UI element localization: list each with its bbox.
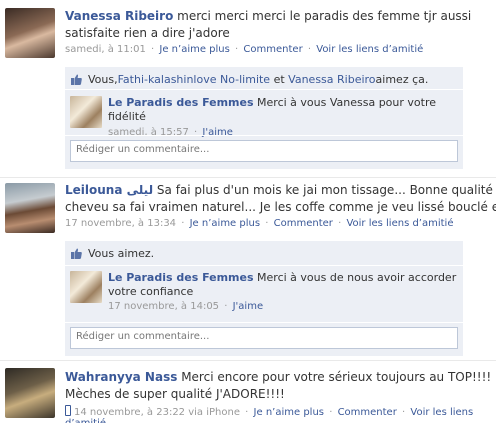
avatar-leilouna[interactable] xyxy=(5,183,55,233)
post-timestamp[interactable]: 17 novembre, à 13:34 xyxy=(65,218,176,229)
feedback-box: Vous, Fathi-kalashinlove No-limite et Va… xyxy=(65,67,463,169)
reply-comment: Le Paradis des Femmes Merci à vous Vanes… xyxy=(70,96,458,138)
unlike-link[interactable]: Je n’aime plus xyxy=(190,218,260,229)
avatar-vanessa[interactable] xyxy=(5,8,55,58)
page-avatar[interactable] xyxy=(70,271,102,303)
liker-link[interactable]: Fathi-kalashinlove No-limite xyxy=(118,73,270,86)
post-text-cont: cheveu sa fai vraimen naturel... Je les … xyxy=(65,200,496,214)
comment-link[interactable]: Commenter xyxy=(338,407,397,418)
reply-text-cont: votre confiance xyxy=(108,285,194,298)
reply-author[interactable]: Le Paradis des Femmes xyxy=(108,96,254,109)
iphone-icon xyxy=(65,405,71,416)
like-link[interactable]: J'aime xyxy=(202,127,233,138)
post-leilouna: Leilouna ليلى Sa fai plus d'un mois ke j… xyxy=(0,178,496,358)
page-avatar[interactable] xyxy=(70,96,102,128)
reply-timestamp[interactable]: samedi, à 15:57 xyxy=(108,127,189,138)
post-author[interactable]: Leilouna ليلى xyxy=(65,183,153,197)
avatar-wahranyya[interactable] xyxy=(5,368,55,418)
reply-comment: Le Paradis des Femmes Merci à vous de no… xyxy=(70,271,458,313)
post-text: Sa fai plus d'un mois ke jai mon tissage… xyxy=(156,183,496,197)
likes-text: Vous aimez. xyxy=(88,246,155,260)
likes-row: Vous aimez. xyxy=(71,244,154,262)
thumbs-up-icon xyxy=(71,248,82,259)
comment-link[interactable]: Commenter xyxy=(243,44,302,55)
post-author[interactable]: Vanessa Ribeiro xyxy=(65,9,173,23)
comment-input[interactable]: Rédiger un commentaire... xyxy=(70,327,458,349)
reply-text: Merci à vous de nous avoir accorder xyxy=(257,271,457,284)
post-text: Merci encore pour votre sérieux toujours… xyxy=(181,370,492,384)
unlike-link[interactable]: Je n’aime plus xyxy=(254,407,324,418)
see-friendship-link[interactable]: Voir les liens d’amitié xyxy=(346,218,453,229)
post-author[interactable]: Wahranyya Nass xyxy=(65,370,177,384)
comment-input[interactable]: Rédiger un commentaire... xyxy=(70,140,458,162)
liker-link[interactable]: Vanessa Ribeiro xyxy=(288,73,375,86)
post-vanessa: Vanessa Ribeiro merci merci merci le par… xyxy=(0,0,496,175)
unlike-link[interactable]: Je n’aime plus xyxy=(159,44,229,55)
see-friendship-link[interactable]: Voir les liens d’amitié xyxy=(316,44,423,55)
like-link[interactable]: J'aime xyxy=(233,301,264,312)
post-text-cont: satisfaite rien a dire j'adore xyxy=(65,26,230,40)
reply-timestamp[interactable]: 17 novembre, à 14:05 xyxy=(108,301,219,312)
post-wahranyya: Wahranyya Nass Merci encore pour votre s… xyxy=(0,361,496,423)
post-timestamp[interactable]: 14 novembre, à 23:22 via iPhone xyxy=(74,407,240,418)
post-text-cont: Mèches de super qualité J'ADORE!!!! xyxy=(65,387,285,401)
thumbs-up-icon xyxy=(71,74,82,85)
likes-row: Vous, Fathi-kalashinlove No-limite et Va… xyxy=(71,70,428,88)
post-timestamp[interactable]: samedi, à 11:01 xyxy=(65,44,146,55)
comment-link[interactable]: Commenter xyxy=(274,218,333,229)
post-text: merci merci merci le paradis des femme t… xyxy=(177,9,472,23)
reply-author[interactable]: Le Paradis des Femmes xyxy=(108,271,254,284)
feedback-box: Vous aimez. Le Paradis des Femmes Merci … xyxy=(65,241,463,356)
